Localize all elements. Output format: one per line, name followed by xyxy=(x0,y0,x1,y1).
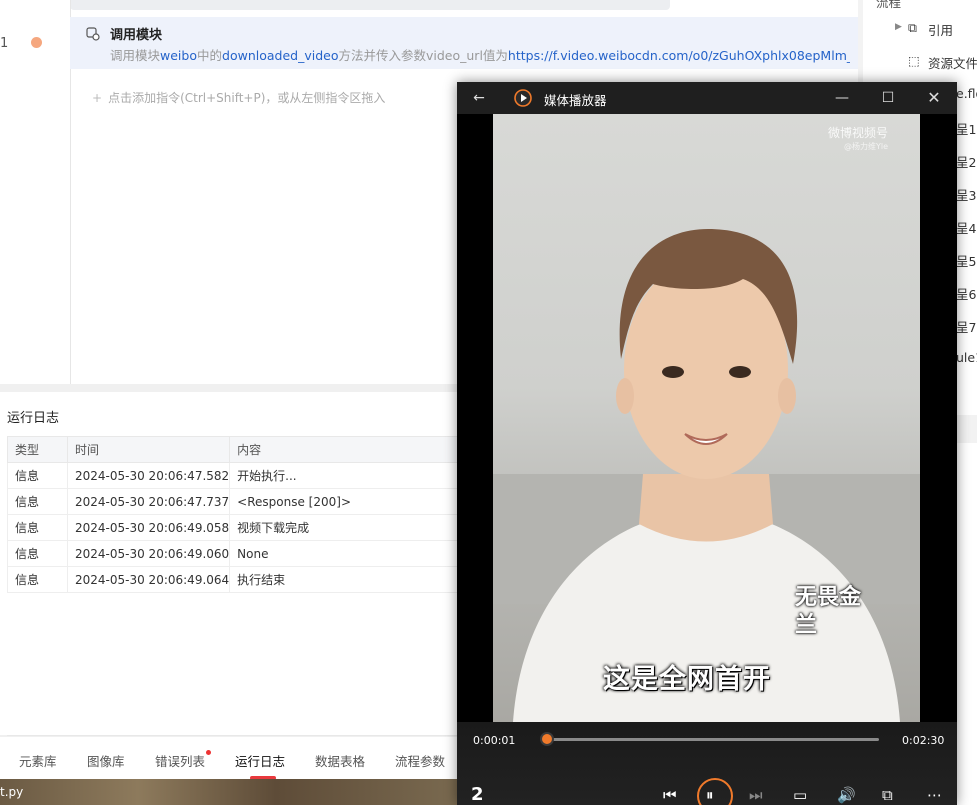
sidebar-file-6[interactable]: 呈6.f xyxy=(956,284,977,303)
sidebar-file-5[interactable]: 呈5.f xyxy=(956,251,977,270)
desc-mid: 中的 xyxy=(197,48,223,63)
instruction-title: 调用模块 xyxy=(110,28,163,43)
log-time: 2024-05-30 20:06:47.737 xyxy=(66,488,231,515)
sidebar-file-7[interactable]: 呈7.f xyxy=(956,317,977,336)
subtitles-icon[interactable]: ▭ xyxy=(793,786,807,804)
desc-method: downloaded_video xyxy=(222,48,339,63)
module-icon xyxy=(86,27,100,41)
media-player-window: ← 媒体播放器 — ☐ ✕ 微博视频号 @杨力维Yle 无畏金兰 这是全网首开 xyxy=(457,82,957,805)
table-row[interactable]: 信息 2024-05-30 20:06:47.582 开始执行... xyxy=(7,462,460,489)
sidebar-header: 流程 xyxy=(876,0,902,10)
progress-track[interactable] xyxy=(545,738,879,741)
volume-icon[interactable]: 🔊 xyxy=(837,786,856,804)
log-time: 2024-05-30 20:06:49.058 xyxy=(66,514,231,541)
resource-icon: ⬚ xyxy=(908,53,920,68)
log-table: 类型 时间 内容 信息 2024-05-30 20:06:47.582 开始执行… xyxy=(7,436,460,593)
bottom-tabs: 元素库 图像库 错误列表 运行日志 数据表格 流程参数 xyxy=(0,737,460,780)
log-time: 2024-05-30 20:06:49.060 xyxy=(66,540,231,567)
sidebar-file-4[interactable]: 呈4.f xyxy=(956,218,977,237)
minimize-icon[interactable]: — xyxy=(822,82,862,114)
log-title: 运行日志 xyxy=(7,411,60,426)
play-pause-ring[interactable] xyxy=(697,778,733,805)
log-type: 信息 xyxy=(7,540,68,567)
log-bottom-border xyxy=(7,735,460,736)
sidebar-file-3[interactable]: 呈3.f xyxy=(956,185,977,204)
table-row[interactable]: 信息 2024-05-30 20:06:47.737 <Response [20… xyxy=(7,488,460,515)
player-titlebar[interactable]: ← 媒体播放器 — ☐ ✕ xyxy=(457,82,957,114)
current-time: 0:00:01 xyxy=(473,734,516,747)
player-logo-icon xyxy=(514,89,532,107)
col-content-header[interactable]: 内容 xyxy=(229,436,460,463)
table-row[interactable]: 信息 2024-05-30 20:06:49.060 None xyxy=(7,540,460,567)
total-time: 0:02:30 xyxy=(902,734,945,747)
sidebar-file-1[interactable]: 呈1.f xyxy=(956,119,977,138)
tab-images[interactable]: 图像库 xyxy=(87,751,125,770)
taskbar-file-label[interactable]: t.py xyxy=(0,785,23,799)
table-row[interactable]: 信息 2024-05-30 20:06:49.058 视频下载完成 xyxy=(7,514,460,541)
line-number: 1 xyxy=(0,36,9,51)
badge-number: 2 xyxy=(471,784,484,805)
expand-arrow-icon[interactable]: ▶ xyxy=(895,22,902,32)
video-subtitle: 这是全网首开 xyxy=(603,664,771,695)
desc-prefix: 调用模块 xyxy=(110,48,161,63)
col-time-header[interactable]: 时间 xyxy=(66,436,231,463)
log-type: 信息 xyxy=(7,514,68,541)
sidebar-file-8[interactable]: ule1 xyxy=(956,350,977,365)
log-time: 2024-05-30 20:06:47.582 xyxy=(66,462,231,489)
more-icon[interactable]: ⋯ xyxy=(927,786,942,804)
player-controls: 0:00:01 0:02:30 2 ⏮ ⏸ ⏭ ▭ 🔊 ⧉ ⋯ xyxy=(457,722,957,805)
tab-elements[interactable]: 元素库 xyxy=(19,751,57,770)
log-time: 2024-05-30 20:06:49.064 xyxy=(66,566,231,593)
run-log-panel: 运行日志 类型 时间 内容 信息 2024-05-30 20:06:47.582… xyxy=(0,392,460,736)
sidebar-item-resources[interactable]: 资源文件 xyxy=(928,53,977,72)
weibo-watermark-handle: @杨力维Yle xyxy=(843,142,888,151)
log-header-row: 类型 时间 内容 xyxy=(7,436,460,463)
close-icon[interactable]: ✕ xyxy=(914,82,954,114)
tab-run-log[interactable]: 运行日志 xyxy=(235,751,285,770)
add-hint-text: 点击添加指令(Ctrl+Shift+P)，或从左侧指令区拖入 xyxy=(108,91,386,105)
video-brand-logo: 无畏金兰 xyxy=(795,585,862,638)
tab-flow-params[interactable]: 流程参数 xyxy=(395,751,445,770)
editor-top-bar xyxy=(70,0,670,10)
ref-icon: ⧉ xyxy=(908,20,917,35)
sidebar-file-0[interactable]: e.flo xyxy=(956,86,977,101)
log-type: 信息 xyxy=(7,462,68,489)
maximize-icon[interactable]: ☐ xyxy=(868,82,908,114)
log-type: 信息 xyxy=(7,566,68,593)
instruction-description: 调用模块weibo中的downloaded_video方法并传入参数video_… xyxy=(110,45,850,64)
sidebar-file-2[interactable]: 呈2.f xyxy=(956,152,977,171)
tab-data-table[interactable]: 数据表格 xyxy=(315,751,365,770)
desc-url: https://f.video.weibocdn.com/o0/zGuhOXph… xyxy=(507,48,850,63)
log-content: 执行结束 xyxy=(229,566,460,593)
desc-module: weibo xyxy=(160,48,197,63)
previous-icon[interactable]: ⏮ xyxy=(663,786,677,804)
add-instruction-hint[interactable]: + 点击添加指令(Ctrl+Shift+P)，或从左侧指令区拖入 xyxy=(92,89,385,106)
log-type: 信息 xyxy=(7,488,68,515)
sidebar-item-ref[interactable]: 引用 xyxy=(928,20,953,39)
desc-after: 方法并传入参数video_url值为 xyxy=(338,48,508,63)
log-content: 视频下载完成 xyxy=(229,514,460,541)
pause-icon[interactable]: ⏸ xyxy=(706,786,714,804)
breakpoint-dot[interactable] xyxy=(31,37,42,48)
log-content: 开始执行... xyxy=(229,462,460,489)
plus-icon: + xyxy=(92,91,103,105)
next-icon[interactable]: ⏭ xyxy=(749,786,763,804)
video-frame[interactable]: 微博视频号 @杨力维Yle 无畏金兰 这是全网首开 xyxy=(493,114,920,722)
tab-errors[interactable]: 错误列表 xyxy=(155,751,205,770)
table-row[interactable]: 信息 2024-05-30 20:06:49.064 执行结束 xyxy=(7,566,460,593)
error-badge-dot xyxy=(206,750,211,755)
back-icon[interactable]: ← xyxy=(459,82,499,114)
player-title: 媒体播放器 xyxy=(544,93,607,108)
desktop-background: t.py xyxy=(0,779,460,805)
weibo-watermark: 微博视频号 xyxy=(827,126,888,140)
col-type-header[interactable]: 类型 xyxy=(7,436,68,463)
log-content: None xyxy=(229,540,460,567)
pip-icon[interactable]: ⧉ xyxy=(882,786,893,804)
log-content: <Response [200]> xyxy=(229,488,460,515)
instruction-row[interactable]: 调用模块 调用模块weibo中的downloaded_video方法并传入参数v… xyxy=(70,17,858,69)
progress-knob[interactable] xyxy=(540,732,555,746)
